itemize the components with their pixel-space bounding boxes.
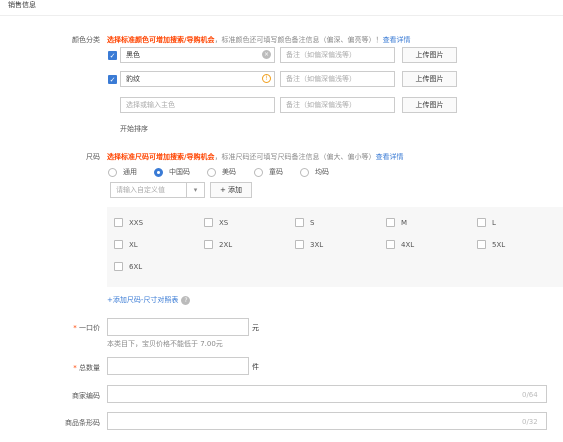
size-option-xxs[interactable]: XXS [114, 218, 143, 227]
color-checkbox-1[interactable]: ✓ [108, 51, 117, 60]
divider [0, 15, 563, 16]
size-tip: 选择标准尺码可增加搜索/导购机会，标准尺码还可填写尺码备注信息（偏大、偏小等）查… [107, 152, 404, 162]
merchant-code-counter: 0/64 [522, 391, 538, 399]
size-option-m[interactable]: M [386, 218, 407, 227]
size-radio-group: 通用 中国码 美码 童码 均码 [108, 167, 340, 177]
price-label: * 一口价 [73, 324, 100, 332]
price-input[interactable] [107, 318, 249, 336]
color-label: 颜色分类 [72, 36, 100, 44]
color-note-input-3[interactable]: 备注（如偏深偏浅等） [280, 97, 395, 113]
size-tip-link[interactable]: 查看详情 [376, 153, 404, 161]
color-note-input-2[interactable]: 备注（如偏深偏浅等） [280, 71, 395, 87]
add-size-chart-link[interactable]: +添加尺码-尺寸对照表 [107, 295, 178, 305]
size-option-5xl[interactable]: 5XL [477, 240, 505, 249]
size-radio-us[interactable]: 美码 [207, 167, 254, 177]
upload-image-button-1[interactable]: 上传图片 [402, 47, 457, 63]
color-tip-text: ，标准颜色还可填写颜色备注信息（偏深、偏亮等）！ [214, 36, 383, 44]
size-option-6xl[interactable]: 6XL [114, 262, 142, 271]
color-tip: 选择标准颜色可增加搜索/导购机会，标准颜色还可填写颜色备注信息（偏深、偏亮等）！… [107, 35, 411, 45]
size-label: 尺码 [86, 153, 100, 161]
add-size-button[interactable]: + 添加 [210, 182, 252, 198]
clear-icon[interactable]: × [262, 50, 271, 59]
quantity-input[interactable] [107, 357, 249, 375]
color-input-2[interactable]: 豹纹 [120, 71, 275, 87]
color-checkbox-2[interactable]: ✓ [108, 75, 117, 84]
upload-image-button-3[interactable]: 上传图片 [402, 97, 457, 113]
upload-image-button-2[interactable]: 上传图片 [402, 71, 457, 87]
merchant-code-input[interactable] [107, 385, 547, 403]
size-tip-text: ，标准尺码还可填写尺码备注信息（偏大、偏小等） [214, 153, 376, 161]
size-tip-warn: 选择标准尺码可增加搜索/导购机会 [107, 153, 215, 161]
merchant-code-label: 商家编码 [72, 392, 100, 400]
size-option-xs[interactable]: XS [204, 218, 228, 227]
barcode-label: 商品条形码 [65, 419, 100, 427]
section-title: 销售信息 [8, 1, 36, 9]
size-option-4xl[interactable]: 4XL [386, 240, 414, 249]
color-note-input-1[interactable]: 备注（如偏深偏浅等） [280, 47, 395, 63]
color-tip-link[interactable]: 查看详情 [383, 36, 411, 44]
size-option-2xl[interactable]: 2XL [204, 240, 232, 249]
color-tip-warn: 选择标准颜色可增加搜索/导购机会 [107, 36, 215, 44]
help-icon[interactable]: ? [181, 295, 191, 305]
barcode-input[interactable] [107, 412, 547, 430]
size-option-3xl[interactable]: 3XL [295, 240, 323, 249]
chevron-down-icon[interactable]: ▾ [186, 183, 204, 197]
color-input-1[interactable]: 黑色 [120, 47, 275, 63]
color-input-3[interactable]: 选择或输入主色 [120, 97, 275, 113]
add-size-chart[interactable]: +添加尺码-尺寸对照表 ? [107, 295, 191, 305]
size-option-l[interactable]: L [477, 218, 496, 227]
quantity-label: * 总数量 [73, 364, 100, 372]
price-hint: 本类目下，宝贝价格不能低于 7.00元 [107, 340, 223, 348]
size-radio-universal[interactable]: 通用 [108, 167, 154, 177]
size-radio-kids[interactable]: 童码 [254, 167, 300, 177]
barcode-counter: 0/32 [522, 418, 538, 426]
size-radio-china[interactable]: 中国码 [154, 167, 207, 177]
start-sort-link[interactable]: 开始排序 [120, 124, 148, 134]
warning-icon: ! [262, 74, 271, 83]
size-option-s[interactable]: S [295, 218, 314, 227]
price-unit: 元 [252, 324, 259, 332]
size-radio-free[interactable]: 均码 [300, 167, 340, 177]
size-option-xl[interactable]: XL [114, 240, 138, 249]
quantity-unit: 件 [252, 363, 259, 371]
